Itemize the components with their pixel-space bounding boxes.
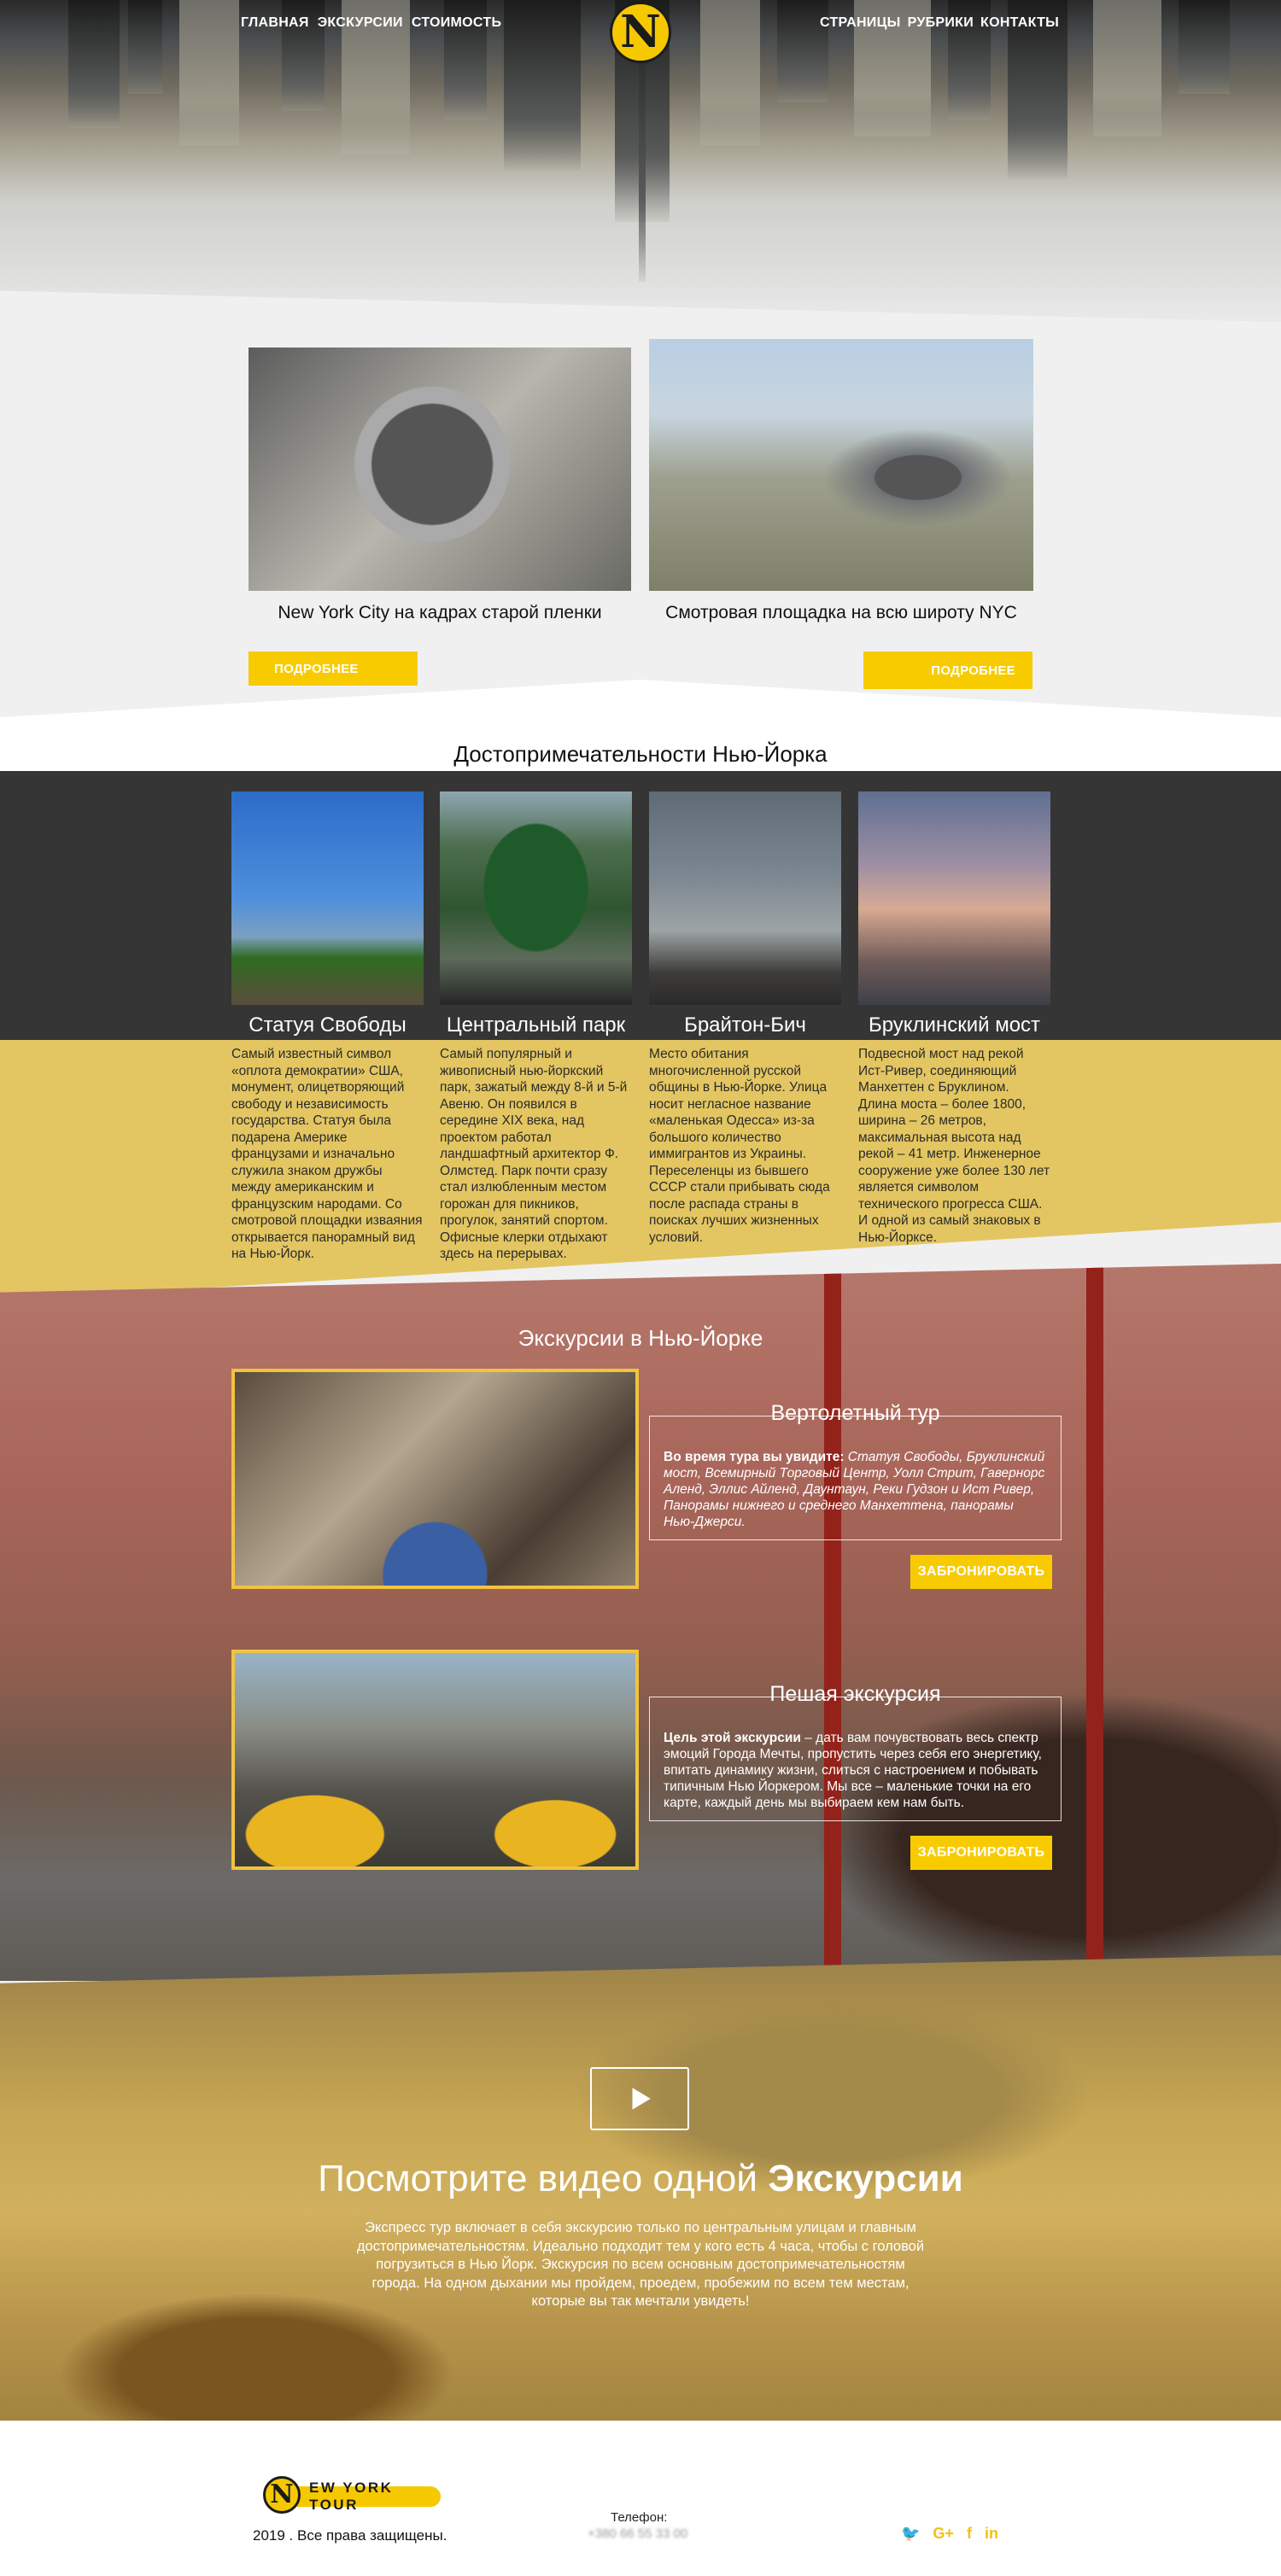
main-nav-left: ГЛАВНАЯ ЭКСКУРСИИ СТОИМОСТЬ <box>241 15 501 31</box>
central-park-image[interactable] <box>440 791 632 1005</box>
sight-title: Центральный парк <box>446 1013 626 1037</box>
helicopter-tour-description: Во время тура вы увидите: Статуя Свободы… <box>664 1449 1047 1530</box>
footer-logo-banner[interactable]: EW YORK TOUR <box>287 2480 441 2513</box>
sight-description: Подвесной мост над рекой Ист-Ривер, соед… <box>858 1047 1050 1245</box>
walking-tour-lead: Цель этой экскурсии <box>664 1731 801 1745</box>
facebook-icon[interactable]: f <box>967 2525 972 2543</box>
walking-tour-title: Пешая экскурсия <box>769 1682 941 1706</box>
footer-logo-letter: N <box>270 2480 294 2509</box>
video-description: Экспресс тур включает в себя экскурсию т… <box>356 2220 925 2309</box>
twitter-icon[interactable]: 🐦 <box>901 2525 920 2543</box>
nav-contacts-link[interactable]: КОНТАКТЫ <box>980 15 1059 31</box>
main-nav-right: СТРАНИЦЫ РУБРИКИ КОНТАКТЫ <box>820 15 1059 31</box>
statue-of-liberty-image[interactable] <box>231 791 424 1005</box>
helicopter-tour-title: Вертолетный тур <box>770 1401 940 1425</box>
phone-number[interactable]: +380 66 55 33 00 <box>588 2526 687 2541</box>
sights-section-title: Достопримечательности Нью-Йорка <box>453 741 828 767</box>
google-plus-icon[interactable]: G+ <box>933 2525 954 2543</box>
card-old-film-image[interactable] <box>249 348 631 591</box>
phone-label: Телефон: <box>611 2510 668 2525</box>
logo-letter: N <box>620 6 661 58</box>
nav-excursions-link[interactable]: ЭКСКУРСИИ <box>318 15 403 31</box>
sight-description: Самый популярный и живописный нью-йоркск… <box>440 1047 628 1261</box>
linkedin-icon[interactable]: in <box>985 2525 998 2543</box>
nav-categories-link[interactable]: РУБРИКИ <box>908 15 974 31</box>
walking-tour-image[interactable] <box>231 1650 639 1870</box>
brooklyn-bridge-image[interactable] <box>858 791 1050 1005</box>
social-links: 🐦 G+ f in <box>901 2525 998 2543</box>
site-logo[interactable]: N <box>610 2 671 63</box>
nav-home-link[interactable]: ГЛАВНАЯ <box>241 15 309 31</box>
footer-logo-text: EW YORK TOUR <box>309 2480 394 2513</box>
video-title-bold: Экскурсии <box>768 2158 963 2199</box>
sights-dark-band <box>0 771 1281 1044</box>
card-observation-deck-more-button[interactable]: ПОДРОБНЕЕ <box>863 651 1032 689</box>
book-helicopter-tour-button[interactable]: ЗАБРОНИРОВАТЬ <box>910 1555 1052 1589</box>
sight-description: Самый известный символ «оплота демократи… <box>231 1047 423 1261</box>
play-icon <box>632 2088 651 2110</box>
card-observation-deck-image[interactable] <box>649 339 1033 591</box>
helicopter-tour-image[interactable] <box>231 1369 639 1589</box>
sight-title: Статуя Свободы <box>249 1013 407 1037</box>
book-walking-tour-button[interactable]: ЗАБРОНИРОВАТЬ <box>910 1836 1052 1870</box>
sight-title: Бруклинский мост <box>868 1013 1041 1037</box>
video-section-title: Посмотрите видео одной Экскурсии <box>0 2158 1281 2200</box>
walking-tour-description: Цель этой экскурсии – дать вам почувство… <box>664 1730 1047 1811</box>
sights-yellow-band <box>0 1040 1281 1300</box>
sight-description: Место обитания многочисленной русской об… <box>649 1047 830 1245</box>
play-video-button[interactable] <box>590 2067 689 2130</box>
video-title-normal: Посмотрите видео одной <box>318 2158 769 2199</box>
brighton-beach-image[interactable] <box>649 791 841 1005</box>
helicopter-tour-lead: Во время тура вы увидите: <box>664 1450 845 1464</box>
nav-pages-link[interactable]: СТРАНИЦЫ <box>820 15 901 31</box>
card-old-film-more-button[interactable]: ПОДРОБНЕЕ <box>249 651 418 686</box>
walking-tour-info: Пешая экскурсия Цель этой экскурсии – да… <box>649 1682 1062 1821</box>
copyright-text: 2019 . Все права защищены. <box>253 2527 447 2544</box>
footer <box>0 2421 1281 2576</box>
footer-logo-badge[interactable]: N <box>263 2476 301 2514</box>
excursions-overlay <box>0 1264 1281 1981</box>
excursions-section-title: Экскурсии в Нью-Йорке <box>518 1325 763 1351</box>
helicopter-tour-info: Вертолетный тур Во время тура вы увидите… <box>649 1401 1062 1540</box>
nav-pricing-link[interactable]: СТОИМОСТЬ <box>412 15 501 31</box>
sight-title: Брайтон-Бич <box>684 1013 806 1037</box>
card-observation-deck-caption: Смотровая площадка на всю широту NYC <box>665 603 1017 622</box>
card-old-film-caption: New York City на кадрах старой пленки <box>278 603 602 622</box>
